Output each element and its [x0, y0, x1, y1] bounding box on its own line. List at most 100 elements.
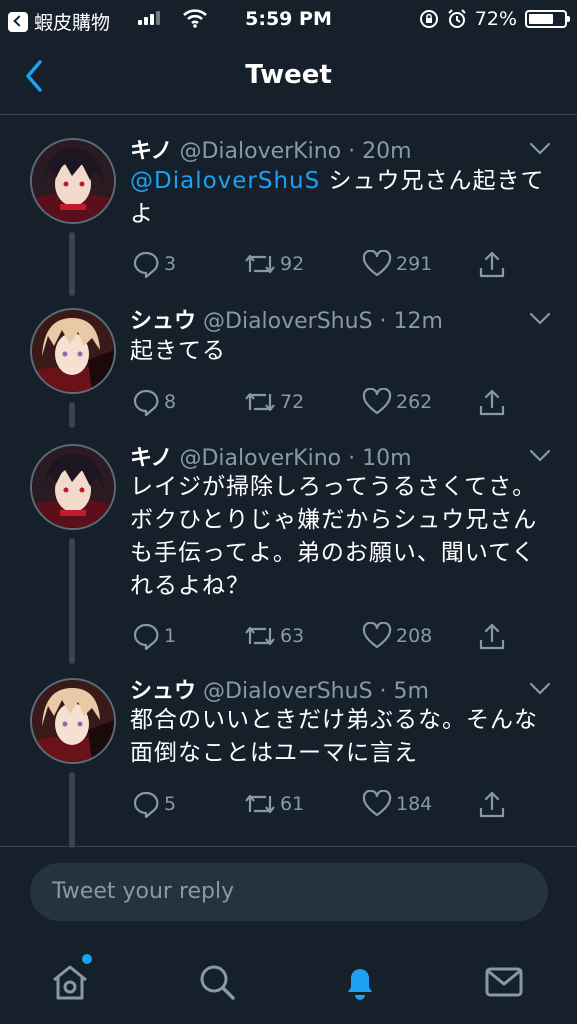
reply-button[interactable]: 8: [132, 388, 176, 416]
user-handle[interactable]: @DialoverShuS: [203, 309, 373, 334]
tab-search[interactable]: [195, 960, 239, 1008]
share-icon: [479, 389, 505, 416]
avatar[interactable]: [30, 138, 116, 224]
nav-header: Tweet: [0, 40, 577, 115]
like-count: 262: [396, 391, 433, 413]
tweet-body: 起きてる: [130, 338, 226, 364]
battery-level-fill: [529, 14, 554, 24]
tweet-header: キノ @DialoverKino · 20m: [130, 133, 412, 165]
tweet-body: 都合のいいときだけ弟ぶるな。そんな面倒なことはユーマに言え: [130, 707, 538, 766]
share-button[interactable]: [478, 622, 506, 652]
notifications-icon: [348, 969, 372, 1000]
retweet-button[interactable]: 92: [244, 250, 304, 278]
tweet-actions: 8 72 262: [132, 388, 512, 418]
user-handle[interactable]: @DialoverShuS: [203, 679, 373, 704]
like-count: 291: [396, 253, 433, 275]
share-button[interactable]: [478, 388, 506, 418]
reply-icon: [133, 251, 159, 278]
retweet-icon: [245, 626, 275, 646]
retweet-icon: [245, 392, 275, 412]
retweet-icon: [245, 254, 275, 274]
display-name[interactable]: シュウ: [130, 309, 196, 334]
search-icon: [200, 965, 235, 1000]
tab-home[interactable]: [48, 954, 92, 1008]
retweet-count: 63: [280, 625, 305, 647]
share-icon: [479, 791, 505, 818]
reply-count: 3: [164, 253, 177, 275]
user-handle[interactable]: @DialoverKino: [179, 139, 341, 164]
retweet-count: 92: [280, 253, 305, 275]
retweet-button[interactable]: 61: [244, 790, 304, 818]
tweet-text: レイジが掃除しろってうるさくてさ。ボクひとりじゃ嫌だからシュウ兄さんも手伝ってよ…: [130, 471, 550, 603]
reply-button[interactable]: 3: [132, 250, 176, 278]
chevron-down-icon[interactable]: [528, 141, 552, 157]
chevron-down-icon[interactable]: [528, 448, 552, 464]
reply-area: Tweet your reply: [0, 846, 577, 947]
tweet-actions: 5 61 184: [132, 790, 512, 820]
rotation-lock-icon: [419, 10, 438, 28]
tweet-time: · 5m: [379, 679, 429, 704]
share-icon: [479, 623, 505, 650]
tweet-time: · 12m: [379, 309, 443, 334]
tweet-header: キノ @DialoverKino · 10m: [130, 440, 412, 472]
messages-icon: [485, 967, 523, 997]
status-bar: 蝦皮購物 5:59 PM 72%: [0, 0, 577, 40]
tweet-time: · 20m: [348, 139, 412, 164]
tweet-text: 都合のいいときだけ弟ぶるな。そんな面倒なことはユーマに言え: [130, 704, 550, 770]
share-button[interactable]: [478, 790, 506, 820]
heart-icon: [362, 622, 392, 649]
page-title: Tweet: [245, 60, 332, 90]
tab-notifications[interactable]: [338, 960, 382, 1008]
like-button[interactable]: 208: [362, 622, 432, 650]
like-count: 184: [396, 793, 433, 815]
avatar[interactable]: [30, 678, 116, 764]
reply-input[interactable]: Tweet your reply: [30, 863, 548, 921]
alarm-icon: [448, 9, 466, 28]
retweet-icon: [245, 794, 275, 814]
chevron-down-icon[interactable]: [528, 311, 552, 327]
thread-line: [69, 538, 75, 664]
mention-link[interactable]: @DialoverShuS: [130, 168, 320, 194]
reply-button[interactable]: 5: [132, 790, 176, 818]
display-name[interactable]: シュウ: [130, 679, 196, 704]
battery-percent: 72%: [474, 8, 517, 30]
tweet-actions: 3 92 291: [132, 250, 512, 280]
notification-dot: [82, 954, 92, 964]
heart-icon: [362, 388, 392, 415]
reply-icon: [133, 389, 159, 416]
reply-icon: [133, 791, 159, 818]
home-icon: [53, 965, 87, 1000]
tweet-header: シュウ @DialoverShuS · 12m: [130, 303, 443, 335]
tweet-actions: 1 63 208: [132, 622, 512, 652]
like-count: 208: [396, 625, 433, 647]
thread-line: [69, 232, 75, 296]
tweet-body: レイジが掃除しろってうるさくてさ。ボクひとりじゃ嫌だからシュウ兄さんも手伝ってよ…: [130, 474, 538, 599]
reply-icon: [133, 623, 159, 650]
like-button[interactable]: 262: [362, 388, 432, 416]
retweet-count: 61: [280, 793, 305, 815]
display-name[interactable]: キノ: [130, 446, 172, 471]
thread-line: [69, 402, 75, 428]
tab-bar: [0, 946, 577, 1024]
share-button[interactable]: [478, 250, 506, 280]
battery-icon: [525, 10, 570, 28]
retweet-count: 72: [280, 391, 305, 413]
reply-count: 8: [164, 391, 177, 413]
display-name[interactable]: キノ: [130, 139, 172, 164]
tweet-time: · 10m: [348, 446, 412, 471]
tweet-text: 起きてる: [130, 335, 550, 368]
chevron-down-icon[interactable]: [528, 681, 552, 697]
tweet-text: @DialoverShuS シュウ兄さん起きてよ: [130, 165, 550, 231]
like-button[interactable]: 184: [362, 790, 432, 818]
like-button[interactable]: 291: [362, 250, 432, 278]
tab-messages[interactable]: [482, 960, 526, 1008]
reply-button[interactable]: 1: [132, 622, 176, 650]
retweet-button[interactable]: 63: [244, 622, 304, 650]
retweet-button[interactable]: 72: [244, 388, 304, 416]
tweet-header: シュウ @DialoverShuS · 5m: [130, 673, 429, 705]
avatar[interactable]: [30, 308, 116, 394]
heart-icon: [362, 250, 392, 277]
avatar[interactable]: [30, 444, 116, 530]
user-handle[interactable]: @DialoverKino: [179, 446, 341, 471]
share-icon: [479, 251, 505, 278]
